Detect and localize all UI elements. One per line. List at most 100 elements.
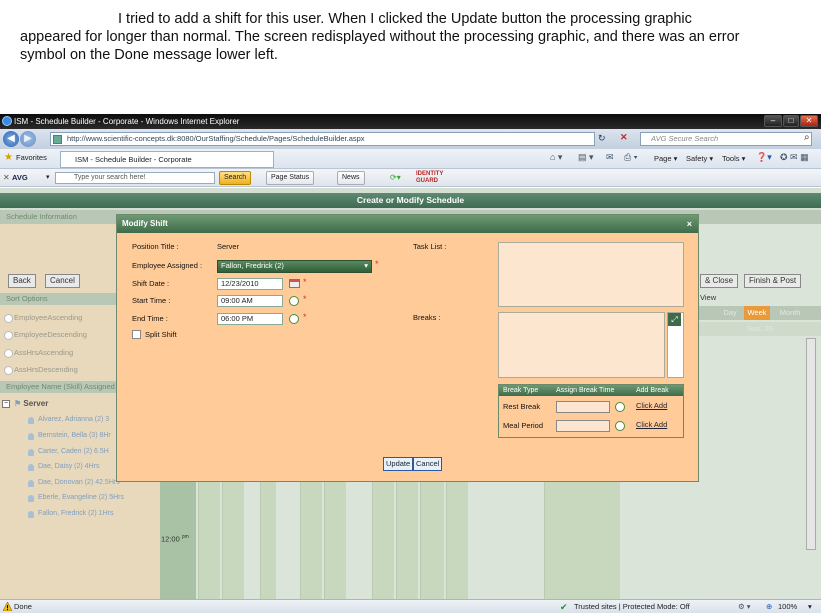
grid-scrollbar[interactable]	[806, 338, 816, 550]
tab-day[interactable]: Day	[718, 306, 742, 320]
page-menu[interactable]: Page ▾	[654, 154, 677, 163]
sort-option[interactable]: AssHrsAscending	[4, 345, 73, 361]
tab-month[interactable]: Month	[772, 306, 808, 320]
group-server[interactable]: ⚑ Server	[14, 399, 48, 408]
breaks-textarea[interactable]	[498, 312, 665, 378]
tab-week[interactable]: Week	[744, 306, 770, 320]
toolbar-extra-icons[interactable]: ✪ ✉ ▦	[780, 152, 809, 163]
shift-date-label: Shift Date :	[132, 279, 170, 288]
warning-icon[interactable]	[3, 602, 12, 611]
employee-select[interactable]: Fallon, Fredrick (2) ▾	[217, 260, 372, 273]
add-break-link[interactable]: Click Add	[636, 420, 667, 429]
cancel-button[interactable]: Cancel	[413, 457, 443, 471]
navigation-bar: ◀ ▶ http://www.scientific-concepts.dk:80…	[0, 129, 821, 149]
ie-icon	[2, 116, 12, 126]
zoom-level[interactable]: 100%	[778, 600, 797, 614]
forward-arrow-icon[interactable]: ▶	[20, 131, 36, 147]
finish-post-button[interactable]: Finish & Post	[744, 274, 802, 288]
close-window-button[interactable]: ✕	[800, 115, 818, 127]
clock-icon[interactable]	[615, 421, 625, 431]
expand-icon[interactable]: ⤢	[668, 313, 681, 326]
required-mark: *	[303, 294, 307, 304]
back-arrow-icon[interactable]: ◀	[3, 131, 19, 147]
close-icon[interactable]: ×	[687, 215, 692, 233]
feeds-icon[interactable]: ▤ ▾	[578, 152, 594, 163]
break-time-input[interactable]	[556, 420, 610, 432]
close-toolbar-icon[interactable]: ✕	[3, 169, 10, 187]
zoom-dropdown-icon[interactable]: ▾	[808, 600, 812, 614]
home-icon[interactable]: ⌂ ▾	[550, 152, 562, 163]
security-zone[interactable]: Trusted sites | Protected Mode: Off	[574, 600, 690, 614]
browser-tab[interactable]: ISM - Schedule Builder - Corporate	[60, 151, 274, 168]
employee-item[interactable]: Bernstein, Bella (3) 8Hr	[26, 428, 111, 444]
break-time-input[interactable]	[556, 401, 610, 413]
task-list-textarea[interactable]	[498, 242, 684, 307]
print-icon[interactable]: ⎙ ▾	[624, 152, 637, 163]
avg-search-placeholder: Type your search here!	[74, 174, 146, 181]
end-time-input[interactable]: 06:00 PM	[217, 313, 283, 325]
update-button[interactable]: Update	[383, 457, 414, 471]
status-bar: Done ✔ Trusted sites | Protected Mode: O…	[0, 599, 821, 613]
avg-search-input[interactable]: Type your search here!	[55, 172, 215, 184]
sort-option[interactable]: EmployeeAscending	[4, 310, 82, 326]
employee-item[interactable]: Fallon, Fredrick (2) 1Hrs	[26, 506, 113, 522]
group-icon: ⚑	[14, 399, 22, 408]
day-header: Sun, 26	[690, 322, 821, 336]
save-close-button[interactable]: & Close	[700, 274, 739, 288]
modify-shift-dialog: Modify Shift × Position Title : Server E…	[116, 214, 699, 482]
back-button[interactable]: Back	[8, 274, 36, 288]
break-type-header: Break Type	[503, 387, 539, 394]
employee-item[interactable]: Carter, Caden (2) 6.5H	[26, 444, 109, 460]
employee-item[interactable]: Dae, Donovan (2) 42.5Hrs	[26, 475, 120, 491]
mail-icon[interactable]: ✉	[606, 152, 614, 163]
clock-icon[interactable]	[615, 402, 625, 412]
favorites-button[interactable]: Favorites	[16, 153, 47, 162]
identity-guard-logo[interactable]: IDENTITY GUARD	[416, 171, 456, 185]
add-break-link[interactable]: Click Add	[636, 401, 667, 410]
tools-menu[interactable]: Tools ▾	[722, 154, 745, 163]
news-button[interactable]: News	[337, 171, 365, 185]
employee-item[interactable]: Alvarez, Adrianna (2) 3	[26, 412, 109, 428]
caption-line-2: appeared for longer than normal. The scr…	[20, 29, 740, 45]
safety-menu[interactable]: Safety ▾	[686, 154, 713, 163]
clock-icon[interactable]	[289, 296, 299, 306]
required-mark: *	[303, 312, 307, 322]
shift-date-input[interactable]: 12/23/2010	[217, 278, 283, 290]
address-bar[interactable]: http://www.scientific-concepts.dk:8080/O…	[50, 132, 595, 146]
avg-dropdown-icon[interactable]: ▾	[46, 169, 50, 187]
sort-option[interactable]: EmployeeDescending	[4, 327, 87, 343]
start-time-label: Start Time :	[132, 296, 171, 305]
settings-icon[interactable]: ⚙ ▾	[738, 600, 751, 614]
employee-item[interactable]: Eberle, Evangeline (2) 5Hrs	[26, 490, 124, 506]
avg-search-button[interactable]: Search	[219, 171, 252, 185]
app-header: Create or Modify Schedule	[0, 193, 821, 208]
search-icon[interactable]: ⌕	[804, 132, 810, 143]
address-url: http://www.scientific-concepts.dk:8080/O…	[67, 134, 365, 143]
break-type-cell: Meal Period	[503, 421, 544, 430]
window-title: ISM - Schedule Builder - Corporate - Win…	[14, 117, 240, 126]
sort-option[interactable]: AssHrsDescending	[4, 362, 78, 378]
minimize-button[interactable]: –	[764, 115, 782, 127]
clock-icon[interactable]	[289, 314, 299, 324]
required-mark: *	[375, 259, 379, 269]
split-shift-checkbox[interactable]	[132, 330, 141, 339]
employee-item[interactable]: Dae, Daisy (2) 4Hrs	[26, 459, 99, 475]
addon-icon[interactable]: ⟳▾	[390, 169, 401, 187]
tab-title: ISM - Schedule Builder - Corporate	[75, 155, 192, 164]
refresh-icon[interactable]: ↻	[598, 133, 606, 144]
stop-icon[interactable]: ✕	[620, 132, 628, 143]
maximize-button[interactable]: □	[783, 115, 799, 127]
start-time-input[interactable]: 09:00 AM	[217, 295, 283, 307]
site-icon	[53, 135, 62, 144]
checkmark-icon: ✔	[560, 602, 568, 612]
help-icon[interactable]: ❓▾	[756, 152, 772, 163]
cancel-schedule-button[interactable]: Cancel	[45, 274, 80, 288]
breaks-label: Breaks :	[413, 313, 441, 322]
employee-assigned-label: Employee Assigned :	[132, 261, 203, 270]
browser-search-input[interactable]: AVG Secure Search	[640, 132, 812, 146]
calendar-icon[interactable]	[289, 279, 300, 288]
break-table: Break Type Assign Break Time Add Break R…	[498, 384, 684, 438]
page-status-button[interactable]: Page Status	[266, 171, 315, 185]
collapse-icon[interactable]: −	[2, 400, 10, 408]
caption-line-1: I tried to add a shift for this user. Wh…	[118, 11, 692, 27]
